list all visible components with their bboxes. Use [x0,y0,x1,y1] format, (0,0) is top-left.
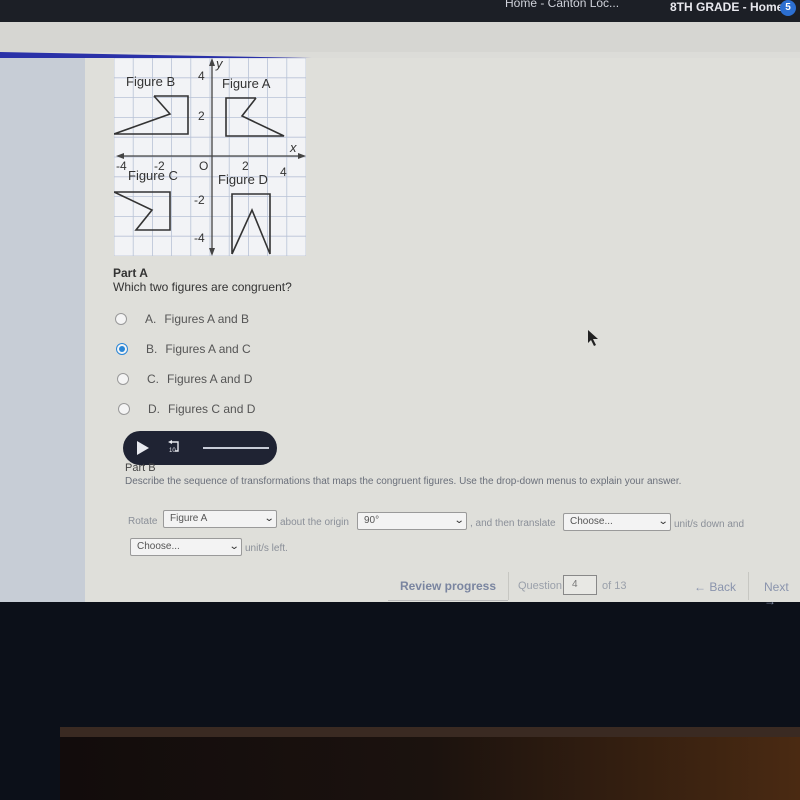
option-text: Figures C and D [168,402,256,416]
radio-option-a[interactable] [115,313,127,325]
figure-b-label: Figure B [126,74,175,89]
page-header [0,22,800,52]
translate-left-value: Choose... [137,541,180,552]
option-text: Figures A and B [164,312,250,326]
translate-down-value: Choose... [570,516,613,527]
part-b-title: Part B [125,462,156,474]
text-rotate: Rotate [128,516,158,527]
text-units-left: unit/s left. [245,543,288,554]
chevron-down-icon: ⌄ [263,513,275,524]
footer-divider [508,572,509,600]
y-tick-label: -2 [194,193,205,207]
part-a-question: Which two figures are congruent? [113,280,292,294]
browser-top-bar: Home - Canton Loc... 8TH GRADE - Home 5 [0,0,800,22]
figure-d-label: Figure D [218,172,268,187]
x-tick-label: -4 [116,159,127,173]
part-a: Part A Which two figures are congruent? [113,266,292,294]
bookmark-8th-grade-home[interactable]: 8TH GRADE - Home [670,0,783,14]
review-progress-button[interactable]: Review progress [388,572,508,601]
figure-d-shape [231,193,271,255]
radio-option-c[interactable] [117,373,129,385]
bookmark-canton[interactable]: Home - Canton Loc... [505,0,619,10]
footer-divider [748,572,749,600]
profile-badge[interactable]: 5 [780,0,796,16]
y-axis-label: y [215,58,224,71]
figure-select-value: Figure A [170,513,208,524]
option-letter: A. [145,312,157,326]
audio-progress-track[interactable] [203,447,269,449]
angle-select[interactable]: 90° ⌄ [357,512,467,530]
y-tick-label: -4 [194,231,205,245]
play-icon[interactable] [137,441,149,455]
part-b-description: Describe the sequence of transformations… [125,476,682,487]
translate-down-select[interactable]: Choose... ⌄ [563,513,671,531]
text-about-origin: about the origin [280,517,349,528]
x-tick-label: 2 [242,159,249,173]
question-label: Question [518,580,563,592]
option-c[interactable]: C. Figures A and D [117,372,252,386]
desk-surface [60,737,800,800]
question-total: of 13 [602,580,627,592]
option-a[interactable]: A. Figures A and B [115,312,249,326]
option-letter: C. [147,372,159,386]
option-text: Figures A and C [165,342,251,356]
part-b: Part B Describe the sequence of transfor… [125,462,681,487]
question-number-input[interactable]: 4 [563,575,597,595]
part-a-title: Part A [113,266,148,280]
text-and-then-translate: , and then translate [470,518,556,529]
left-panel [0,58,85,602]
radio-option-b-selected[interactable] [116,343,128,355]
text-units-down: unit/s down and [674,519,745,530]
option-b[interactable]: B. Figures A and C [116,342,251,356]
chevron-down-icon: ⌄ [657,516,669,527]
x-tick-label: 4 [280,165,287,179]
coordinate-graph: y x -4 -2 O 2 4 4 2 -2 -4 Figure B Figur… [114,58,306,256]
monitor-bezel [60,727,800,737]
figure-c-shape [114,191,171,231]
y-tick-label: 4 [198,69,205,83]
next-button[interactable]: Next → [764,580,800,608]
figure-a-label: Figure A [222,76,271,91]
translate-left-select[interactable]: Choose... ⌄ [130,538,242,556]
x-axis-arrow-right [298,153,306,159]
mouse-cursor-icon [588,330,598,346]
radio-option-d[interactable] [118,403,130,415]
option-d[interactable]: D. Figures C and D [118,402,255,416]
chevron-down-icon: ⌄ [453,515,465,526]
x-axis-label: x [289,140,297,155]
origin-label: O [199,159,208,173]
back-button[interactable]: ← Back [694,580,736,594]
angle-select-value: 90° [364,515,380,526]
option-letter: B. [146,342,158,356]
y-tick-label: 2 [198,109,205,123]
chevron-down-icon: ⌄ [228,541,240,552]
figure-select[interactable]: Figure A ⌄ [163,510,277,528]
svg-text:10: 10 [169,448,176,454]
figure-b-shape [114,95,189,135]
option-letter: D. [148,402,160,416]
rewind-10-icon[interactable]: 10 [167,440,181,454]
figure-c-label: Figure C [128,168,178,183]
audio-player: 10 [123,431,277,465]
option-text: Figures A and D [167,372,253,386]
